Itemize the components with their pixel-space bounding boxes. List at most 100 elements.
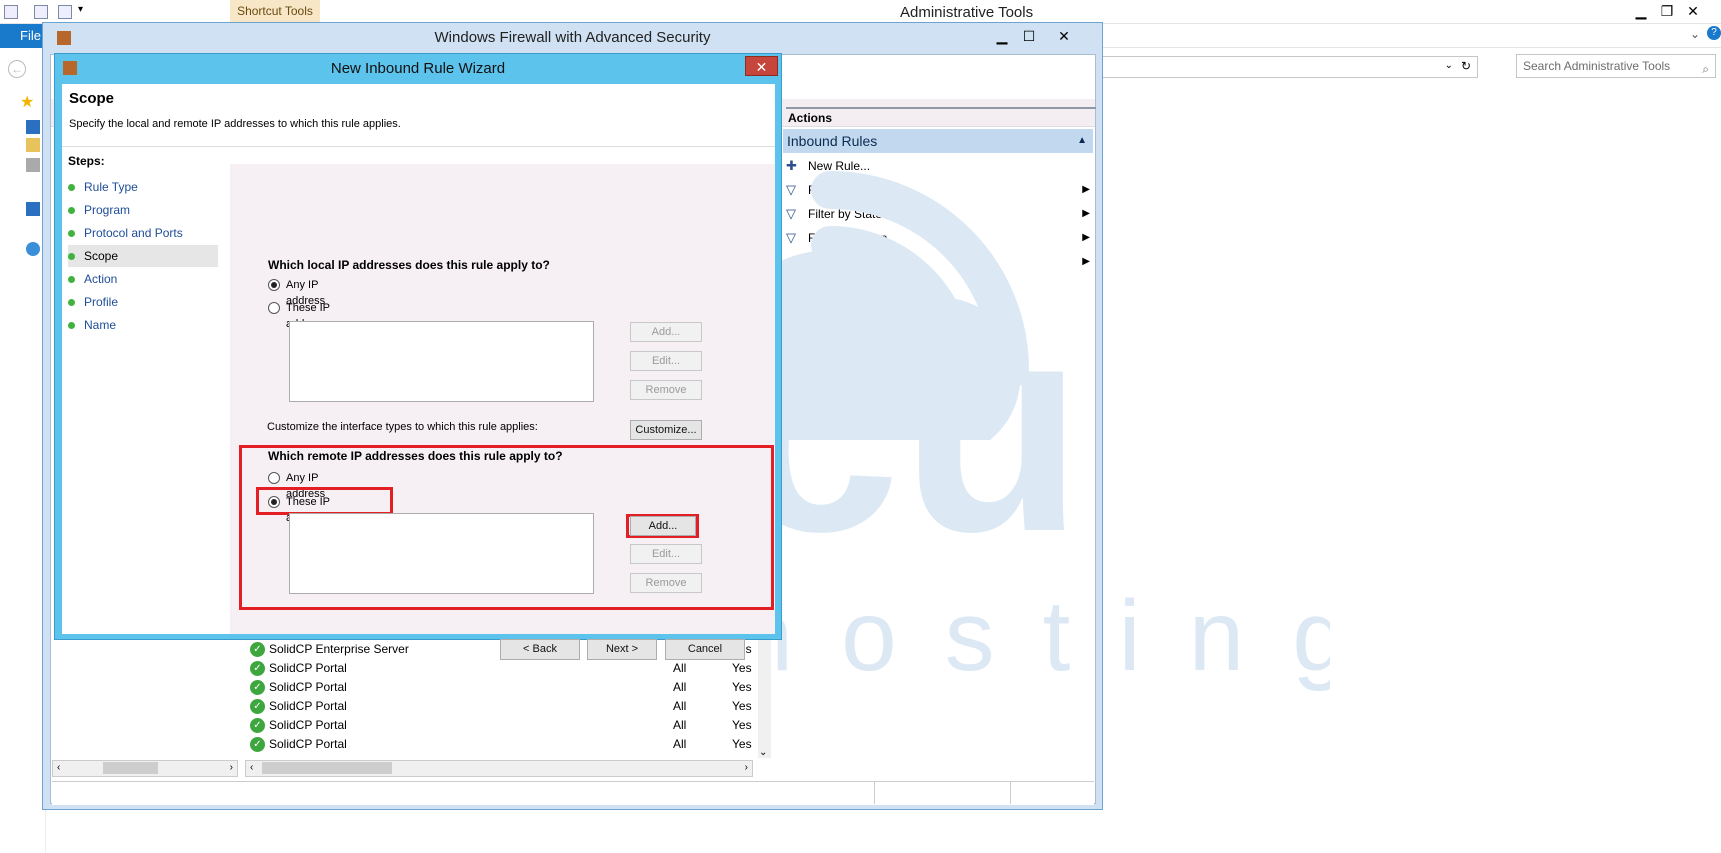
desktop-icon[interactable]: [26, 120, 40, 134]
shortcut-tools-tab[interactable]: Shortcut Tools: [230, 0, 320, 22]
tree-hscroll[interactable]: ‹ ›: [52, 760, 238, 777]
wizard-step[interactable]: Protocol and Ports: [68, 222, 218, 244]
rule-row[interactable]: ✓ SolidCP Portal All Yes: [245, 697, 755, 716]
address-dropdown-icon[interactable]: ⌄: [1445, 60, 1453, 71]
customize-button[interactable]: Customize...: [630, 420, 702, 440]
folder-icon[interactable]: [26, 138, 40, 152]
action-item[interactable]: ↻ Refresh: [786, 275, 1096, 297]
enabled-check-icon: ✓: [250, 642, 265, 657]
radio-indicator[interactable]: [268, 496, 280, 508]
radio-indicator[interactable]: [268, 279, 280, 291]
action-item[interactable]: ▽ Filter by State ▶: [786, 203, 1096, 225]
search-placeholder: Search Administrative Tools: [1523, 59, 1671, 73]
step-status-icon: [68, 230, 75, 237]
inbound-rules-label: Inbound Rules: [787, 133, 878, 149]
enabled-check-icon: ✓: [250, 737, 265, 752]
rule-row[interactable]: ✓ SolidCP Portal All Yes: [245, 716, 755, 735]
action-item[interactable]: ▽ Filter by Profile ▶: [786, 179, 1096, 201]
action-item[interactable]: ? Help: [786, 323, 1096, 345]
network-icon[interactable]: [26, 242, 40, 256]
address-bar[interactable]: ⌄ ↻: [1100, 56, 1478, 78]
wizard-step[interactable]: Scope: [68, 245, 218, 267]
undo-icon[interactable]: [58, 5, 72, 19]
remote-edit-button[interactable]: Edit...: [630, 544, 702, 564]
rule-name: SolidCP Portal: [269, 718, 347, 732]
radio-indicator[interactable]: [268, 302, 280, 314]
fw-close-button[interactable]: ✕: [1053, 27, 1075, 45]
filter-icon: ▽: [786, 230, 796, 245]
collapse-icon[interactable]: ▲: [1077, 129, 1087, 153]
filter-icon: ▽: [786, 182, 796, 197]
scroll-thumb[interactable]: [103, 762, 158, 774]
refresh-icon[interactable]: ↻: [1461, 59, 1471, 73]
ribbon-expand-icon[interactable]: ⌄: [1690, 27, 1700, 41]
remote-add-button[interactable]: Add...: [630, 516, 696, 536]
action-label: View: [808, 255, 834, 269]
close-button[interactable]: ✕: [1682, 2, 1704, 20]
new-folder-icon[interactable]: [34, 5, 48, 19]
scroll-left-icon[interactable]: ‹: [250, 762, 253, 773]
local-edit-button[interactable]: Edit...: [630, 351, 702, 371]
back-icon[interactable]: ←: [8, 60, 26, 78]
search-input[interactable]: Search Administrative Tools ⌕: [1516, 54, 1716, 78]
action-label: Export List...: [808, 303, 875, 317]
local-remove-button[interactable]: Remove: [630, 380, 702, 400]
scroll-left-icon[interactable]: ‹: [57, 762, 60, 773]
wizard-close-button[interactable]: ✕: [745, 56, 778, 76]
action-item[interactable]: View ▶: [786, 251, 1096, 273]
rule-row[interactable]: ✓ SolidCP Portal All Yes: [245, 659, 755, 678]
wizard-step[interactable]: Action: [68, 268, 218, 290]
inbound-rules-header[interactable]: Inbound Rules ▲: [783, 129, 1093, 153]
rule-list-vscroll[interactable]: ⌄: [758, 640, 771, 758]
properties-icon[interactable]: [4, 5, 18, 19]
wizard-step[interactable]: Name: [68, 314, 218, 336]
rule-row[interactable]: ✓ SolidCP Portal All Yes: [245, 678, 755, 697]
enabled-check-icon: ✓: [250, 661, 265, 676]
scroll-right-icon[interactable]: ›: [745, 762, 748, 773]
action-label: Filter by Profile: [808, 183, 889, 197]
rule-row[interactable]: ✓ SolidCP Portal All Yes: [245, 735, 755, 754]
computer-icon[interactable]: [26, 202, 40, 216]
wizard-step[interactable]: Rule Type: [68, 176, 218, 198]
libraries-icon[interactable]: [26, 158, 40, 172]
favorites-icon[interactable]: ★: [20, 92, 34, 112]
fw-maximize-button[interactable]: ☐: [1018, 27, 1040, 45]
local-add-button[interactable]: Add...: [630, 322, 702, 342]
local-ip-listbox[interactable]: [289, 321, 594, 402]
file-tab[interactable]: File: [0, 24, 46, 48]
radio-indicator[interactable]: [268, 472, 280, 484]
next-button[interactable]: Next >: [587, 639, 657, 660]
rule-list-hscroll[interactable]: ‹ ›: [245, 760, 753, 777]
restore-button[interactable]: ❐: [1656, 2, 1678, 20]
help-icon[interactable]: ?: [1707, 26, 1721, 40]
action-label: Filter by Group: [808, 231, 888, 245]
qat-dropdown-icon[interactable]: ▾: [78, 4, 83, 15]
blank-icon: [786, 255, 802, 269]
minimize-button[interactable]: ▁: [1630, 2, 1652, 20]
action-label: Refresh: [808, 279, 851, 293]
local-ip-question: Which local IP addresses does this rule …: [268, 258, 550, 272]
rule-name: SolidCP Enterprise Server: [269, 642, 409, 656]
rule-name: SolidCP Portal: [269, 699, 347, 713]
wizard-header: Scope Specify the local and remote IP ad…: [62, 84, 775, 147]
rule-enabled: Yes: [732, 661, 752, 675]
fw-minimize-button[interactable]: ▁: [991, 27, 1013, 45]
remote-remove-button[interactable]: Remove: [630, 573, 702, 593]
wizard-step[interactable]: Program: [68, 199, 218, 221]
rule-enabled: Yes: [732, 699, 752, 713]
rule-profile: All: [673, 699, 687, 713]
rule-name: SolidCP Portal: [269, 661, 347, 675]
wizard-step[interactable]: Profile: [68, 291, 218, 313]
action-item[interactable]: ▽ Filter by Group ▶: [786, 227, 1096, 249]
step-status-icon: [68, 299, 75, 306]
scroll-right-icon[interactable]: ›: [230, 762, 233, 773]
action-item[interactable]: ✚ New Rule...: [786, 155, 1096, 177]
scroll-down-icon[interactable]: ⌄: [759, 747, 767, 758]
page-description: Specify the local and remote IP addresse…: [69, 118, 401, 130]
back-button[interactable]: < Back: [500, 639, 580, 660]
cancel-button[interactable]: Cancel: [665, 639, 745, 660]
rule-profile: All: [673, 680, 687, 694]
remote-ip-listbox[interactable]: [289, 513, 594, 594]
scroll-thumb[interactable]: [262, 762, 392, 774]
action-item[interactable]: ⇨ Export List...: [786, 299, 1096, 321]
